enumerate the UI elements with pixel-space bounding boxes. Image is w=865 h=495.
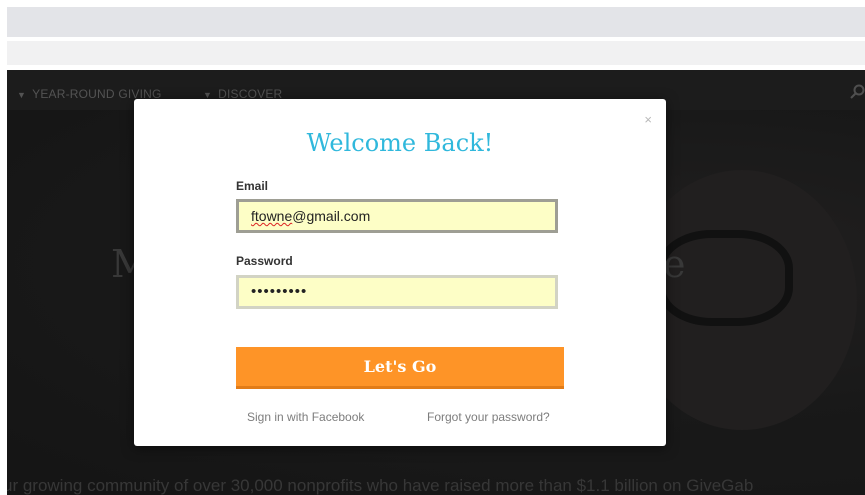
submit-button[interactable]: Let's Go (236, 347, 564, 389)
email-field[interactable]: ftowne@gmail.com (236, 199, 558, 233)
email-value-user: ftowne (251, 208, 293, 224)
close-button[interactable]: × (644, 113, 652, 126)
login-modal: × Welcome Back! Email ftowne@gmail.com P… (134, 99, 666, 446)
email-label: Email (236, 179, 269, 193)
facebook-signin-link[interactable]: Sign in with Facebook (247, 410, 364, 424)
forgot-password-link[interactable]: Forgot your password? (427, 410, 550, 424)
password-label: Password (236, 254, 293, 268)
email-value-domain: @gmail.com (292, 208, 371, 224)
browser-bookmarks-bar (7, 41, 865, 65)
password-field[interactable]: ••••••••• (236, 275, 558, 309)
modal-title: Welcome Back! (306, 129, 494, 157)
browser-toolbar (7, 7, 865, 37)
